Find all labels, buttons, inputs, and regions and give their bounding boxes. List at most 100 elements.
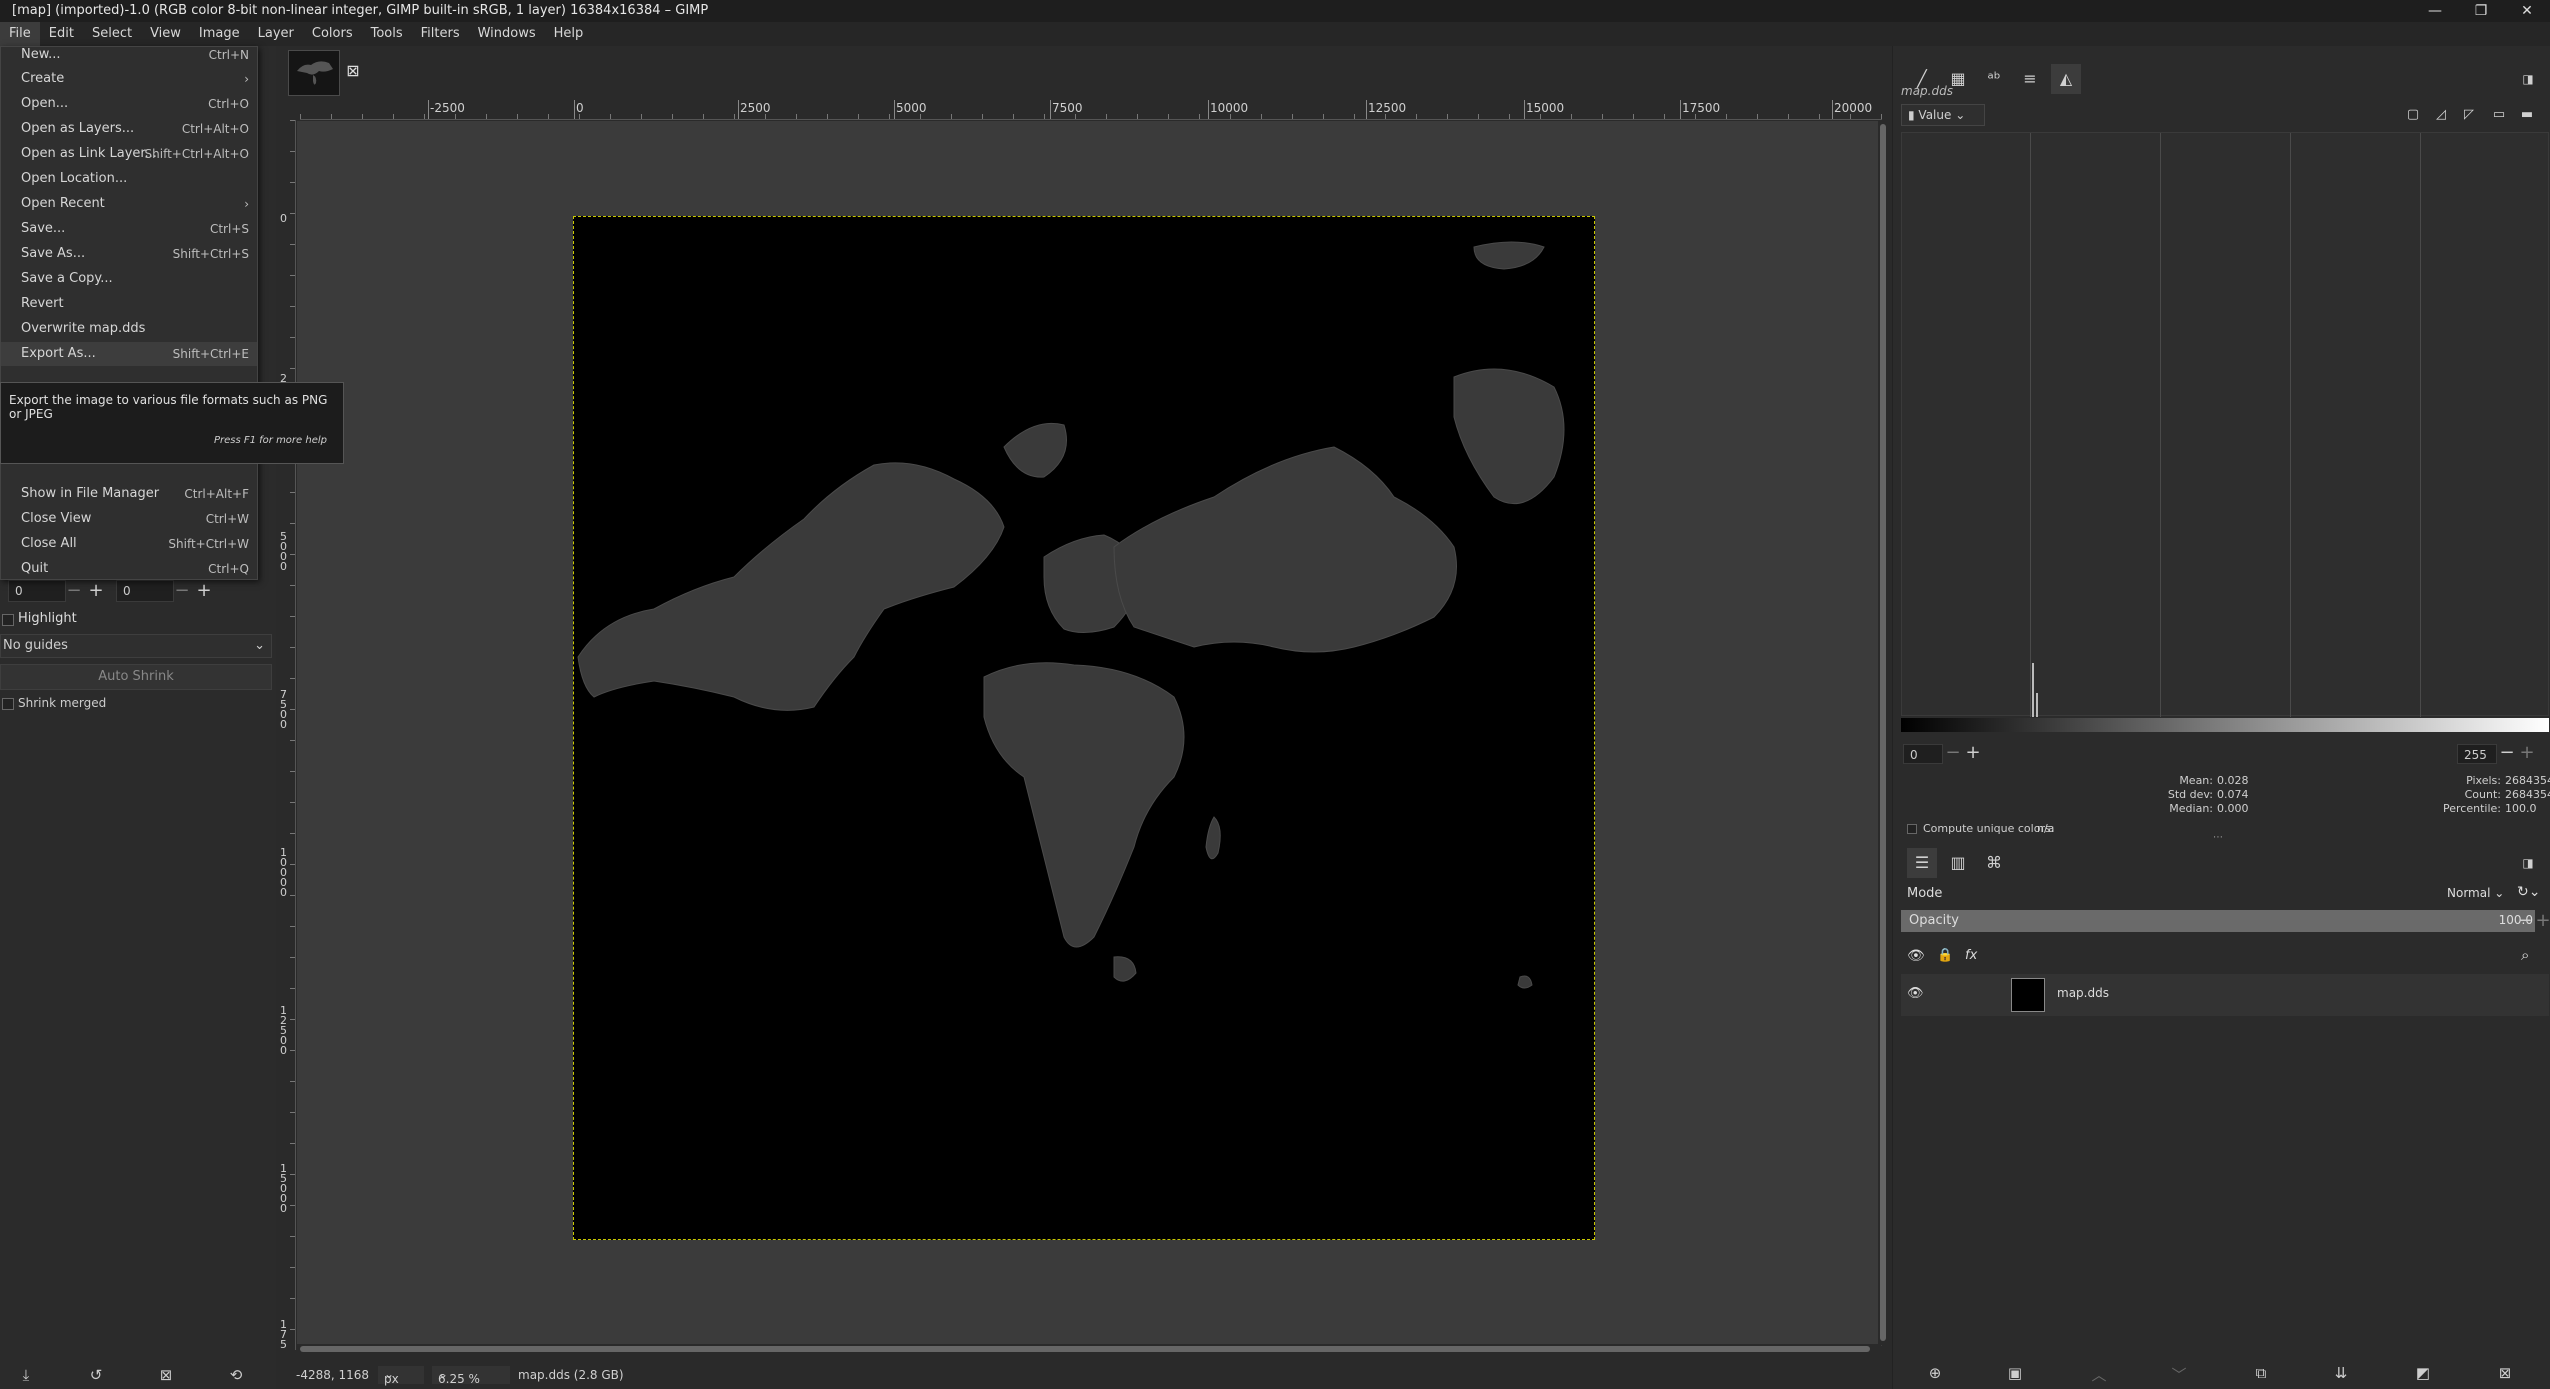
merge-down-icon[interactable]: ⇊ bbox=[2329, 1364, 2353, 1386]
menu-help[interactable]: Help bbox=[545, 22, 593, 46]
new-layer-icon[interactable]: ⊕ bbox=[1923, 1364, 1947, 1386]
effects-header-icon: fx bbox=[1965, 948, 1978, 963]
file-menu-item[interactable]: Open as Layers... Ctrl+Alt+O bbox=[1, 117, 257, 141]
compute-unique-checkbox[interactable] bbox=[1907, 824, 1917, 834]
menu-colors[interactable]: Colors bbox=[303, 22, 362, 46]
layer-row[interactable]: 👁 map.dds bbox=[1901, 974, 2549, 1016]
font-icon[interactable]: ᵃᵇ bbox=[1979, 64, 2009, 94]
zoom-select[interactable]: 6.25 % ⌄ bbox=[432, 1366, 510, 1386]
unit-select-value: px bbox=[384, 1372, 399, 1386]
minimize-button[interactable]: — bbox=[2412, 0, 2458, 22]
duplicate-layer-icon[interactable]: ⧉ bbox=[2249, 1364, 2273, 1386]
range-icon[interactable]: ▭ bbox=[2487, 100, 2511, 130]
ruler-minor-tick bbox=[796, 114, 797, 119]
file-menu-item-label: Open Location... bbox=[21, 171, 128, 186]
vertical-scrollbar[interactable] bbox=[1878, 120, 1888, 1345]
close-tab-icon[interactable]: ⊠ bbox=[342, 60, 364, 82]
opacity-slider[interactable]: Opacity 100.0 bbox=[1901, 910, 2535, 932]
minus-icon[interactable]: − bbox=[2497, 742, 2517, 764]
file-menu-item[interactable]: Save As... Shift+Ctrl+S bbox=[1, 242, 257, 266]
minus-icon[interactable]: − bbox=[1943, 742, 1963, 764]
minus-icon[interactable]: − bbox=[2515, 910, 2535, 932]
menu-filters[interactable]: Filters bbox=[412, 22, 469, 46]
file-menu-item[interactable]: Export As... Shift+Ctrl+E bbox=[1, 342, 257, 366]
plus-icon[interactable]: + bbox=[2533, 910, 2550, 932]
range-high-input[interactable]: 255 bbox=[2457, 744, 2497, 764]
file-menu-item[interactable]: Overwrite map.dds bbox=[1, 317, 257, 341]
menu-tools[interactable]: Tools bbox=[362, 22, 412, 46]
position-y-input[interactable]: 0 bbox=[116, 580, 174, 602]
range-low-input[interactable]: 0 bbox=[1903, 744, 1943, 764]
plus-icon[interactable]: + bbox=[194, 580, 214, 602]
log-alt-histogram-icon[interactable]: ◸ bbox=[2457, 100, 2481, 130]
ruler-minor-tick bbox=[951, 114, 952, 119]
histogram-graph[interactable] bbox=[1901, 132, 2549, 717]
delete-options-icon[interactable]: ⊠ bbox=[154, 1366, 178, 1388]
save-options-icon[interactable]: ⤓ bbox=[14, 1366, 38, 1388]
channel-select[interactable]: ▮ Value ⌄ bbox=[1901, 104, 1985, 126]
delete-layer-icon[interactable]: ⊠ bbox=[2493, 1364, 2517, 1386]
maximize-button[interactable]: ❐ bbox=[2458, 0, 2504, 22]
file-menu-item[interactable]: Save... Ctrl+S bbox=[1, 217, 257, 241]
ruler-minor-tick bbox=[672, 114, 673, 119]
file-menu-item[interactable]: Open Location... bbox=[1, 167, 257, 191]
search-icon[interactable]: ⌕ bbox=[2521, 946, 2529, 964]
file-menu-item[interactable]: Open... Ctrl+O bbox=[1, 92, 257, 116]
file-menu-item[interactable]: Open Recent › bbox=[1, 192, 257, 216]
horizontal-scroll-thumb[interactable] bbox=[300, 1346, 1870, 1352]
layers-tab-icon[interactable]: ☰ bbox=[1907, 848, 1937, 878]
position-x-input[interactable]: 0 bbox=[8, 580, 66, 602]
file-menu-item[interactable]: Close View Ctrl+W bbox=[1, 507, 257, 531]
restore-options-icon[interactable]: ↺ bbox=[84, 1366, 108, 1388]
mean-value: 0.028 bbox=[2217, 774, 2249, 787]
file-menu-item[interactable]: Save a Copy... bbox=[1, 267, 257, 291]
ruler-tick-label: 10000 bbox=[280, 846, 287, 899]
file-menu-item[interactable]: Revert bbox=[1, 292, 257, 316]
minus-icon[interactable]: − bbox=[64, 580, 84, 602]
configure-tab-icon[interactable]: ◨ bbox=[2513, 848, 2543, 878]
document-history-icon[interactable]: ≡ bbox=[2015, 64, 2045, 94]
mask-icon[interactable]: ◩ bbox=[2411, 1364, 2435, 1386]
channels-tab-icon[interactable]: ▥ bbox=[1943, 848, 1973, 878]
vertical-scroll-thumb[interactable] bbox=[1880, 124, 1886, 1341]
title-bar: [map] (imported)-1.0 (RGB color 8-bit no… bbox=[0, 0, 2550, 22]
paths-tab-icon[interactable]: ⌘ bbox=[1979, 848, 2009, 878]
raise-layer-icon[interactable]: ︿ bbox=[2087, 1364, 2111, 1386]
log-histogram-icon[interactable]: ◿ bbox=[2429, 100, 2453, 130]
image-tab-thumbnail[interactable] bbox=[288, 50, 340, 96]
composite-mode-icon[interactable]: ↻⌄ bbox=[2517, 884, 2540, 900]
pane-resize-handle[interactable]: ⋯ bbox=[2213, 833, 2231, 843]
highlight-checkbox[interactable] bbox=[2, 614, 14, 626]
shrink-merged-checkbox[interactable] bbox=[2, 698, 14, 710]
plus-icon[interactable]: + bbox=[1963, 742, 1983, 764]
export-tooltip: Export the image to various file formats… bbox=[0, 382, 344, 464]
file-menu-item[interactable]: Open as Link Layer... Shift+Ctrl+Alt+O bbox=[1, 142, 257, 166]
new-layer-group-icon[interactable]: ▣ bbox=[2003, 1364, 2027, 1386]
canvas-area[interactable] bbox=[297, 121, 1882, 1346]
file-menu-item[interactable]: Show in File Manager Ctrl+Alt+F bbox=[1, 482, 257, 506]
lower-layer-icon[interactable]: ﹀ bbox=[2167, 1364, 2191, 1386]
guides-select[interactable]: No guides ⌄ bbox=[0, 634, 272, 658]
ruler-minor-tick bbox=[290, 585, 295, 586]
menu-windows[interactable]: Windows bbox=[469, 22, 545, 46]
histogram-icon[interactable]: ◭ bbox=[2051, 64, 2081, 94]
sample-icon[interactable]: ▬ bbox=[2515, 100, 2539, 130]
linear-histogram-icon[interactable]: ▢ bbox=[2401, 100, 2425, 130]
unit-select[interactable]: px ⌄ bbox=[378, 1366, 424, 1386]
file-menu-item[interactable]: Quit Ctrl+Q bbox=[1, 557, 257, 581]
image-canvas[interactable] bbox=[573, 216, 1595, 1240]
eye-icon[interactable]: 👁 bbox=[1907, 986, 1924, 1001]
plus-icon[interactable]: + bbox=[86, 580, 106, 602]
value-gradient-bar[interactable] bbox=[1901, 718, 2549, 732]
file-menu-item[interactable]: Close All Shift+Ctrl+W bbox=[1, 532, 257, 556]
reset-options-icon[interactable]: ⟲ bbox=[224, 1366, 248, 1388]
close-window-button[interactable]: ✕ bbox=[2504, 0, 2550, 22]
mode-select[interactable]: Normal ⌄ bbox=[2447, 886, 2504, 900]
horizontal-scrollbar[interactable] bbox=[296, 1344, 1881, 1354]
file-menu-item[interactable]: Create › bbox=[1, 67, 257, 91]
file-menu-item[interactable]: New... Ctrl+N bbox=[1, 43, 257, 67]
configure-tab-icon[interactable]: ◨ bbox=[2513, 64, 2543, 94]
auto-shrink-button[interactable]: Auto Shrink bbox=[0, 664, 272, 690]
minus-icon[interactable]: − bbox=[172, 580, 192, 602]
plus-icon[interactable]: + bbox=[2517, 742, 2537, 764]
